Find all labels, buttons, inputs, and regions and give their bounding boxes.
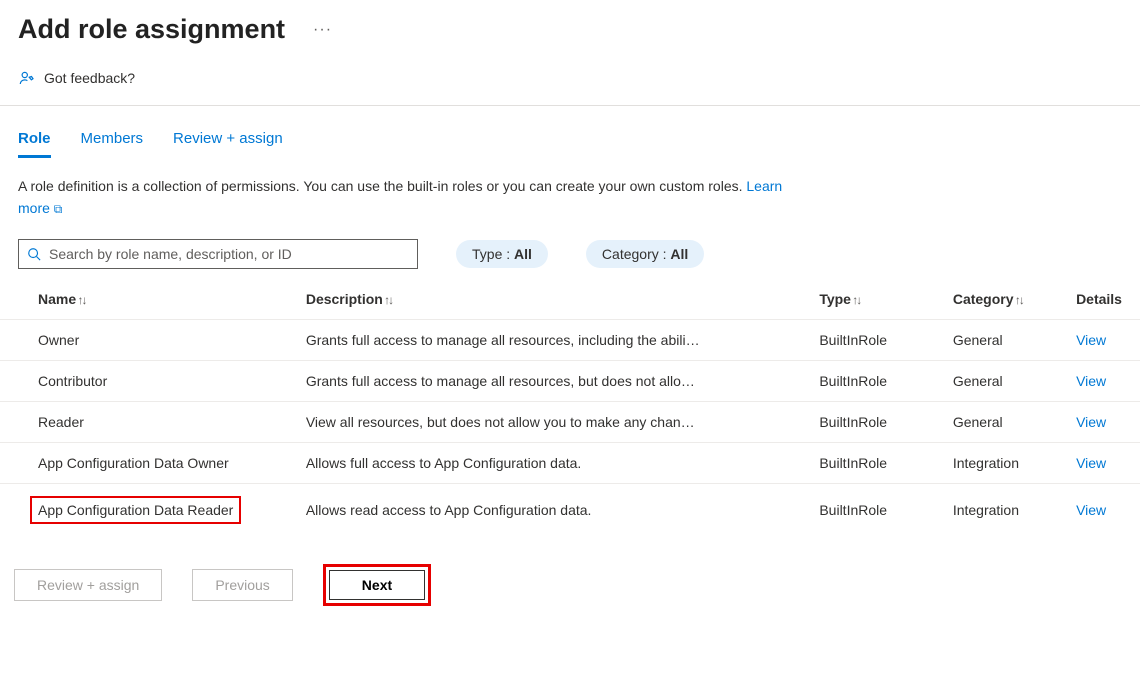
filter-type[interactable]: Type : All	[456, 240, 548, 268]
role-description-cell: Allows read access to App Configuration …	[298, 484, 812, 537]
view-link[interactable]: View	[1076, 332, 1106, 348]
role-category-cell: General	[945, 361, 1068, 402]
search-input-wrapper[interactable]	[18, 239, 418, 269]
role-name-cell: Reader	[0, 402, 298, 443]
tab-bar: Role Members Review + assign	[0, 106, 1140, 158]
col-header-details: Details	[1068, 281, 1140, 320]
table-row[interactable]: App Configuration Data OwnerAllows full …	[0, 443, 1140, 484]
more-icon[interactable]: ···	[313, 21, 332, 39]
search-input[interactable]	[49, 246, 409, 262]
role-name-cell: App Configuration Data Owner	[0, 443, 298, 484]
view-link[interactable]: View	[1076, 502, 1106, 518]
role-type-cell: BuiltInRole	[811, 443, 945, 484]
role-name-cell: Contributor	[0, 361, 298, 402]
table-row[interactable]: ContributorGrants full access to manage …	[0, 361, 1140, 402]
role-name-cell: Owner	[0, 320, 298, 361]
col-header-description[interactable]: Description	[298, 281, 812, 320]
feedback-link[interactable]: Got feedback?	[0, 55, 1140, 106]
col-header-category[interactable]: Category	[945, 281, 1068, 320]
previous-button[interactable]: Previous	[192, 569, 292, 601]
table-row[interactable]: ReaderView all resources, but does not a…	[0, 402, 1140, 443]
feedback-icon	[18, 69, 36, 87]
role-name-cell: App Configuration Data Reader	[0, 484, 298, 537]
next-button[interactable]: Next	[329, 570, 425, 600]
role-type-cell: BuiltInRole	[811, 402, 945, 443]
role-category-cell: General	[945, 402, 1068, 443]
review-assign-button[interactable]: Review + assign	[14, 569, 162, 601]
search-icon	[27, 247, 41, 261]
tab-members[interactable]: Members	[81, 130, 144, 158]
view-link[interactable]: View	[1076, 455, 1106, 471]
role-category-cell: Integration	[945, 484, 1068, 537]
role-description-cell: Allows full access to App Configuration …	[298, 443, 812, 484]
tab-review-assign[interactable]: Review + assign	[173, 130, 283, 158]
role-description-cell: Grants full access to manage all resourc…	[298, 361, 812, 402]
role-description-cell: View all resources, but does not allow y…	[298, 402, 812, 443]
table-row[interactable]: OwnerGrants full access to manage all re…	[0, 320, 1140, 361]
col-header-name[interactable]: Name	[0, 281, 298, 320]
feedback-label: Got feedback?	[44, 70, 135, 86]
page-title: Add role assignment	[18, 14, 285, 45]
table-row[interactable]: App Configuration Data ReaderAllows read…	[0, 484, 1140, 537]
view-link[interactable]: View	[1076, 414, 1106, 430]
role-description: A role definition is a collection of per…	[0, 158, 830, 219]
roles-table: Name Description Type Category Details O…	[0, 281, 1140, 536]
col-header-type[interactable]: Type	[811, 281, 945, 320]
role-description-cell: Grants full access to manage all resourc…	[298, 320, 812, 361]
tab-role[interactable]: Role	[18, 130, 51, 158]
role-category-cell: General	[945, 320, 1068, 361]
role-type-cell: BuiltInRole	[811, 361, 945, 402]
role-type-cell: BuiltInRole	[811, 320, 945, 361]
filter-category[interactable]: Category : All	[586, 240, 704, 268]
view-link[interactable]: View	[1076, 373, 1106, 389]
role-type-cell: BuiltInRole	[811, 484, 945, 537]
role-category-cell: Integration	[945, 443, 1068, 484]
next-button-highlight: Next	[323, 564, 431, 606]
external-link-icon: ⧉	[54, 202, 63, 216]
